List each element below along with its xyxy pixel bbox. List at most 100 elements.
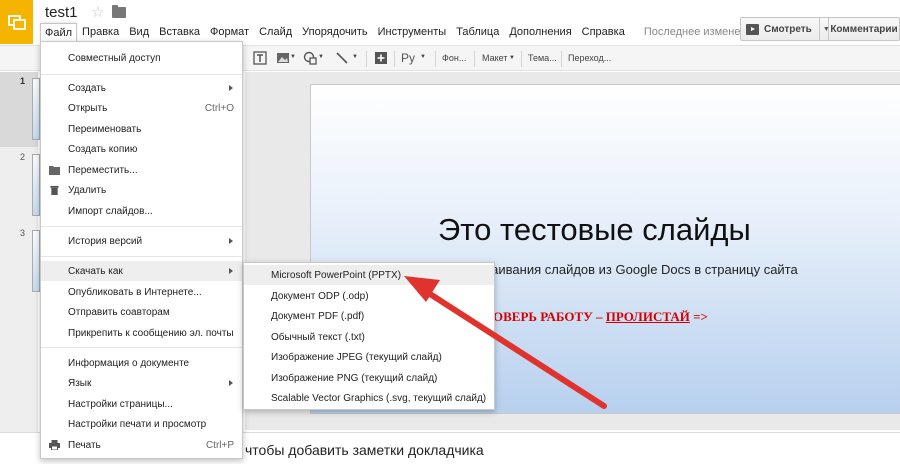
menu-shortcut: Ctrl+O	[204, 103, 234, 114]
menu-addons[interactable]: Дополнения	[504, 23, 576, 41]
submenu-arrow-icon	[229, 85, 233, 91]
textbox-icon[interactable]	[253, 51, 267, 65]
slide-number: 2	[20, 152, 26, 162]
download-jpeg[interactable]: Изображение JPEG (текущий слайд)	[244, 347, 494, 367]
menu-item-import-slides[interactable]: Импорт слайдов...	[41, 201, 242, 221]
submenu-arrow-icon	[229, 238, 233, 244]
menu-item-email-attachment[interactable]: Прикрепить к сообщению эл. почты	[41, 323, 242, 343]
submenu-arrow-icon	[229, 380, 233, 386]
folder-icon	[49, 166, 60, 175]
menu-item-label: Опубликовать в Интернете...	[68, 287, 202, 298]
toolbar-separator	[394, 51, 395, 67]
menu-item-print-settings[interactable]: Настройки печати и просмотр	[41, 414, 242, 434]
slide-cta[interactable]: ОВЕРЬ РАБОТУ – ПРОЛИСТАЙ =>	[493, 309, 708, 325]
menu-item-rename[interactable]: Переименовать	[41, 119, 242, 139]
menu-item-label: Создать копию	[68, 144, 138, 155]
menu-tools[interactable]: Инструменты	[373, 23, 452, 41]
menu-table[interactable]: Таблица	[451, 23, 504, 41]
submenu-item-label: Документ ODP (.odp)	[271, 291, 369, 302]
folder-icon[interactable]	[112, 5, 126, 18]
star-icon[interactable]: ☆	[91, 3, 104, 21]
image-dropdown-icon[interactable]: ▼	[290, 54, 296, 60]
slide-thumbnail[interactable]: 3	[0, 224, 40, 299]
menu-item-share[interactable]: Совместный доступ	[41, 48, 242, 68]
download-svg[interactable]: Scalable Vector Graphics (.svg, текущий …	[244, 388, 494, 408]
toolbar-separator	[521, 51, 522, 67]
menu-separator	[41, 256, 242, 257]
menu-item-label: Удалить	[68, 185, 107, 196]
present-button[interactable]: Смотреть	[740, 17, 820, 41]
theme-button[interactable]: Тема...	[528, 53, 557, 63]
image-icon[interactable]	[276, 51, 290, 65]
submenu-item-label: Изображение PNG (текущий слайд)	[271, 373, 438, 384]
menu-item-language[interactable]: Язык	[41, 373, 242, 393]
layout-dropdown-icon[interactable]: ▼	[509, 55, 515, 61]
submenu-item-label: Изображение JPEG (текущий слайд)	[271, 352, 442, 363]
slide-thumbnail[interactable]: 2	[0, 148, 40, 223]
menu-separator	[41, 226, 242, 227]
menu-item-label: Отправить соавторам	[68, 307, 170, 318]
input-tools-dropdown-icon[interactable]: ▼	[420, 54, 426, 60]
layout-button[interactable]: Макет	[482, 53, 507, 63]
shape-icon[interactable]	[303, 51, 317, 65]
comments-button[interactable]: Комментарии	[828, 17, 900, 41]
menu-separator	[41, 347, 242, 348]
menu-item-label: Переместить...	[68, 165, 138, 176]
input-tools-button[interactable]: Ру	[401, 51, 415, 65]
slide-cta-part3: =>	[689, 309, 708, 324]
menu-separator	[41, 74, 242, 75]
download-submenu: Microsoft PowerPoint (PPTX) Документ ODP…	[243, 262, 495, 410]
menu-item-version-history[interactable]: История версий	[41, 231, 242, 251]
download-png[interactable]: Изображение PNG (текущий слайд)	[244, 368, 494, 388]
download-txt[interactable]: Обычный текст (.txt)	[244, 327, 494, 347]
menu-item-print[interactable]: Печать Ctrl+P	[41, 435, 242, 455]
menu-item-label: Информация о документе	[68, 358, 190, 369]
slides-logo[interactable]	[0, 0, 33, 44]
transition-button[interactable]: Переход...	[568, 53, 611, 63]
file-menu: Совместный доступ Создать Открыть Ctrl+O…	[40, 41, 243, 459]
menu-help[interactable]: Справка	[577, 23, 630, 41]
slide-number: 3	[20, 228, 26, 238]
download-pdf[interactable]: Документ PDF (.pdf)	[244, 306, 494, 326]
menu-item-new[interactable]: Создать	[41, 78, 242, 98]
slide-subtitle[interactable]: траивания слайдов из Google Docs в стран…	[478, 262, 798, 277]
trash-icon	[50, 185, 59, 195]
download-pptx[interactable]: Microsoft PowerPoint (PPTX)	[244, 265, 494, 285]
toolbar-separator	[561, 51, 562, 67]
add-comment-icon[interactable]	[374, 51, 388, 65]
background-button[interactable]: Фон...	[442, 53, 466, 63]
menu-edit[interactable]: Правка	[77, 23, 124, 41]
menu-slide[interactable]: Слайд	[254, 23, 297, 41]
menu-item-label: Печать	[68, 440, 101, 451]
menu-item-publish[interactable]: Опубликовать в Интернете...	[41, 282, 242, 302]
menu-item-open[interactable]: Открыть Ctrl+O	[41, 98, 242, 118]
line-icon[interactable]	[335, 51, 349, 65]
slide-title[interactable]: Это тестовые слайды	[438, 212, 751, 248]
printer-icon	[49, 440, 60, 450]
menu-format[interactable]: Формат	[205, 23, 254, 41]
menu-item-label: Переименовать	[68, 124, 142, 135]
menu-item-download-as[interactable]: Скачать как	[41, 261, 242, 281]
menu-arrange[interactable]: Упорядочить	[297, 23, 372, 41]
menu-item-email-collaborators[interactable]: Отправить соавторам	[41, 302, 242, 322]
download-odp[interactable]: Документ ODP (.odp)	[244, 286, 494, 306]
slides-logo-icon	[7, 15, 26, 30]
slide-thumbnail[interactable]: 1	[0, 72, 40, 147]
menu-item-document-info[interactable]: Информация о документе	[41, 353, 242, 373]
menu-view[interactable]: Вид	[124, 23, 154, 41]
menu-shortcut: Ctrl+P	[205, 440, 234, 451]
menu-item-page-setup[interactable]: Настройки страницы...	[41, 394, 242, 414]
menu-item-label: История версий	[68, 236, 143, 247]
menu-item-make-copy[interactable]: Создать копию	[41, 139, 242, 159]
present-group: Смотреть ▼	[740, 17, 834, 41]
menu-item-label: Настройки страницы...	[68, 399, 173, 410]
menu-insert[interactable]: Вставка	[154, 23, 205, 41]
menu-file[interactable]: Файл	[40, 22, 78, 42]
line-dropdown-icon[interactable]: ▼	[352, 54, 358, 60]
submenu-arrow-icon	[229, 268, 233, 274]
document-title[interactable]: test1	[45, 4, 78, 21]
toolbar-separator	[366, 51, 367, 67]
shape-dropdown-icon[interactable]: ▼	[318, 54, 324, 60]
menu-item-move[interactable]: Переместить...	[41, 160, 242, 180]
menu-item-delete[interactable]: Удалить	[41, 180, 242, 200]
